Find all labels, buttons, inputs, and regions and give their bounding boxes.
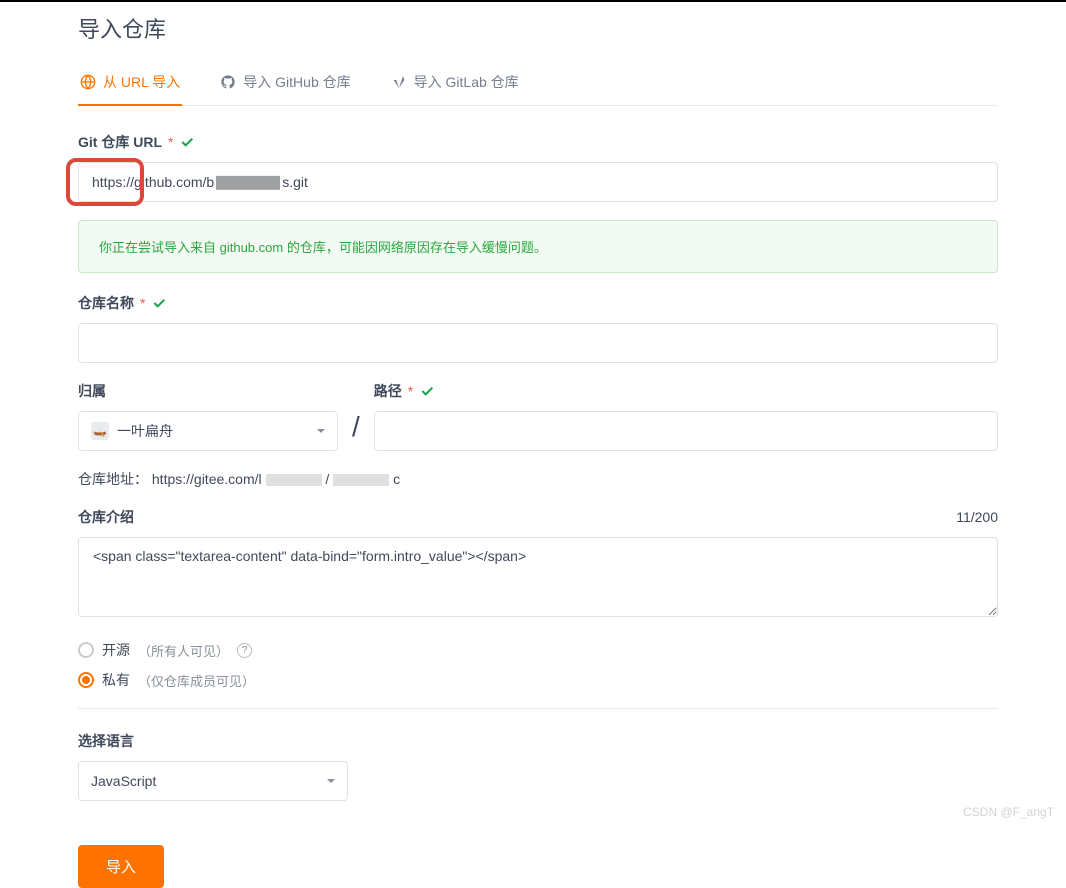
visibility-group: 开源 （所有人可见） ? 私有 （仅仓库成员可见） <box>78 640 998 690</box>
repo-address: 仓库地址： https://gitee.com/l / c <box>78 469 998 489</box>
chevron-down-icon <box>326 773 336 789</box>
tab-label: 从 URL 导入 <box>103 72 180 92</box>
lang-label: 选择语言 <box>78 731 998 751</box>
required-asterisk: * <box>168 134 173 150</box>
help-icon[interactable]: ? <box>237 643 252 658</box>
check-icon <box>151 295 167 311</box>
required-asterisk: * <box>140 295 145 311</box>
url-label: Git 仓库 URL * <box>78 132 998 152</box>
owner-value: 一叶扁舟 <box>117 421 173 441</box>
import-button[interactable]: 导入 <box>78 845 164 888</box>
intro-label: 仓库介绍 <box>78 507 134 527</box>
info-message: 你正在尝试导入来自 github.com 的仓库，可能因网络原因存在导入缓慢问题… <box>78 220 998 273</box>
repo-name-input[interactable] <box>78 323 998 363</box>
github-icon <box>220 74 236 90</box>
intro-textarea[interactable]: <span class="textarea-content" data-bind… <box>78 537 998 617</box>
radio-icon <box>78 672 94 688</box>
owner-select[interactable]: 🛶 一叶扁舟 <box>78 411 338 451</box>
watermark: CSDN @F_angT <box>963 805 1054 819</box>
globe-icon <box>80 74 96 90</box>
radio-label: 私有 <box>102 670 130 690</box>
language-value: JavaScript <box>91 773 156 789</box>
slash-separator: / <box>352 381 360 443</box>
tab-label: 导入 GitLab 仓库 <box>414 72 519 92</box>
radio-hint: （所有人可见） <box>138 641 229 660</box>
git-url-input[interactable] <box>78 162 998 202</box>
gitlab-icon <box>391 74 407 90</box>
divider <box>78 708 998 709</box>
radio-icon <box>78 642 94 658</box>
visibility-open[interactable]: 开源 （所有人可见） ? <box>78 640 998 660</box>
tab-url-import[interactable]: 从 URL 导入 <box>78 62 182 106</box>
check-icon <box>419 383 435 399</box>
radio-hint: （仅仓库成员可见） <box>138 671 255 690</box>
tab-bar: 从 URL 导入 导入 GitHub 仓库 导入 GitLab 仓库 <box>78 62 998 106</box>
language-select[interactable]: JavaScript <box>78 761 348 801</box>
tab-label: 导入 GitHub 仓库 <box>243 72 350 92</box>
repo-name-label: 仓库名称 * <box>78 293 998 313</box>
path-input[interactable] <box>374 411 998 451</box>
intro-char-count: 11/200 <box>956 509 998 525</box>
check-icon <box>179 134 195 150</box>
visibility-private[interactable]: 私有 （仅仓库成员可见） <box>78 670 998 690</box>
required-asterisk: * <box>408 383 413 399</box>
chevron-down-icon <box>316 423 326 439</box>
page-title: 导入仓库 <box>78 12 998 44</box>
owner-label: 归属 <box>78 381 338 401</box>
avatar-icon: 🛶 <box>91 422 109 440</box>
url-input-row: https://github.com/bs.git <box>78 162 998 202</box>
tab-github-import[interactable]: 导入 GitHub 仓库 <box>218 62 352 106</box>
tab-gitlab-import[interactable]: 导入 GitLab 仓库 <box>389 62 521 106</box>
radio-label: 开源 <box>102 640 130 660</box>
path-label: 路径 * <box>374 381 998 401</box>
